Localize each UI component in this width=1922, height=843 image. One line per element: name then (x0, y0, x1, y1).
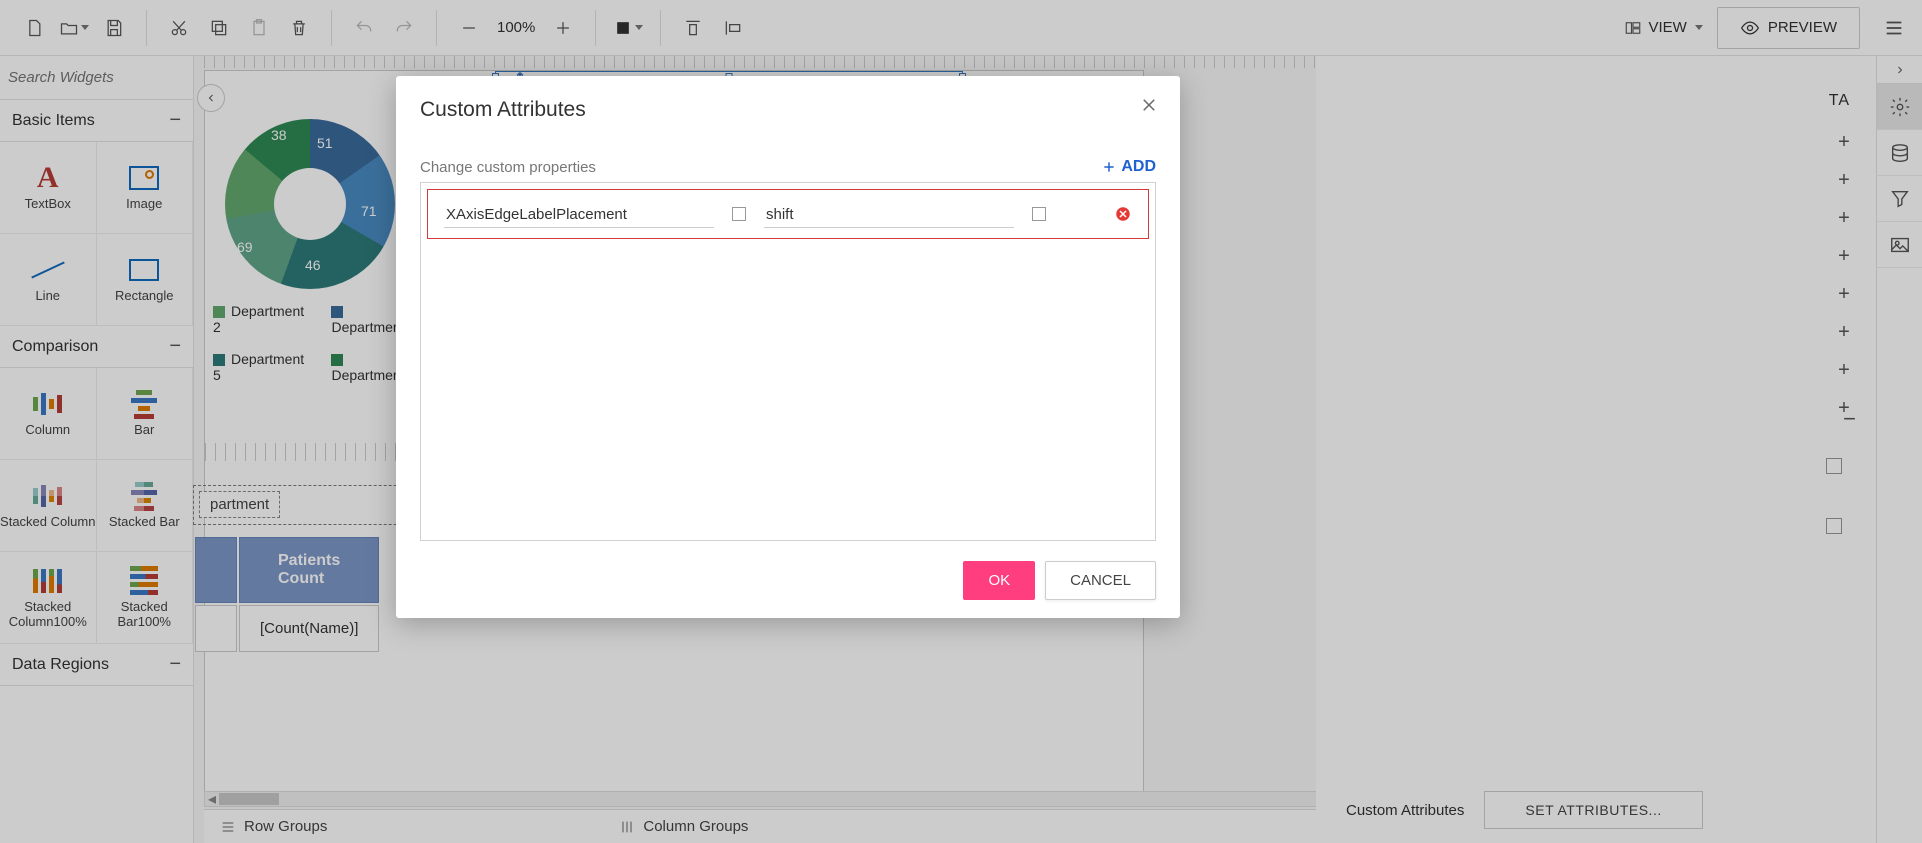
attributes-list (420, 182, 1156, 541)
custom-attributes-modal: Custom Attributes Change custom properti… (396, 76, 1180, 618)
close-button[interactable] (1140, 96, 1158, 119)
attribute-key-input[interactable] (444, 200, 714, 228)
modal-title: Custom Attributes (420, 98, 1156, 122)
attribute-value-input[interactable] (764, 200, 1014, 228)
add-attribute-button[interactable]: ADD (1101, 158, 1156, 176)
modal-subtitle: Change custom properties (420, 159, 596, 176)
ok-button[interactable]: OK (963, 561, 1035, 600)
cancel-button[interactable]: CANCEL (1045, 561, 1156, 600)
attribute-key-checkbox[interactable] (732, 207, 746, 221)
delete-attribute-button[interactable] (1114, 205, 1132, 223)
plus-icon (1101, 159, 1117, 175)
attribute-value-checkbox[interactable] (1032, 207, 1046, 221)
attribute-row (427, 189, 1149, 239)
